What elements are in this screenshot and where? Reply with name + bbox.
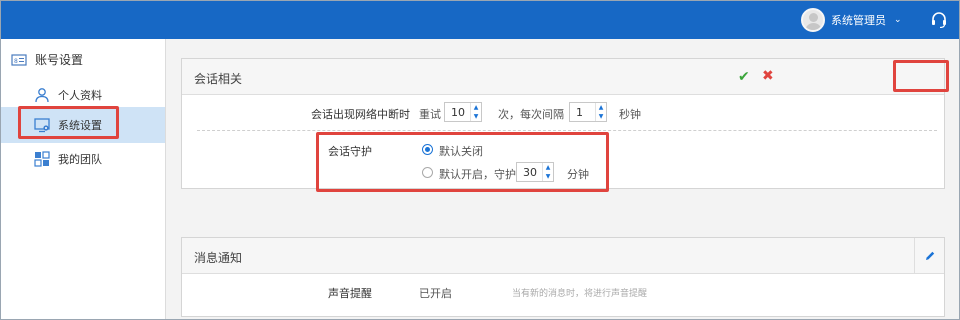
stepper-arrows[interactable]: ▲ ▼ [470, 103, 481, 121]
sidebar-section-account: 8 账号设置 [11, 51, 83, 68]
stepper-arrows[interactable]: ▲ ▼ [595, 103, 606, 121]
panel-header: 会话相关 [182, 59, 944, 95]
message-notification-panel: 消息通知 声音提醒 已开启 当有新的消息时，将进行声音提醒 [181, 237, 945, 317]
guard-minutes-stepper[interactable]: 30 ▲ ▼ [516, 162, 554, 182]
avatar[interactable] [801, 8, 825, 32]
interval-value[interactable]: 1 [576, 106, 583, 119]
interval-unit-text: 秒钟 [619, 108, 641, 121]
guard-minutes-value[interactable]: 30 [523, 166, 537, 179]
sound-alert-label: 声音提醒 [328, 287, 372, 300]
panel-title: 消息通知 [194, 251, 243, 265]
top-bar: 系统管理员 ⌄ [1, 1, 959, 39]
radio-default-on[interactable] [422, 167, 433, 178]
retry-count-value[interactable]: 10 [451, 106, 465, 119]
stepper-up-icon[interactable]: ▲ [471, 103, 481, 112]
network-interrupt-label: 会话出现网络中断时 [311, 108, 410, 121]
sound-alert-status: 已开启 [419, 287, 452, 300]
option-default-off-label[interactable]: 默认关闭 [439, 143, 483, 159]
user-menu[interactable]: 系统管理员 ⌄ [801, 7, 902, 33]
confirm-icon[interactable]: ✔ [738, 69, 750, 85]
panel-title: 会话相关 [194, 72, 243, 86]
chevron-down-icon[interactable]: ⌄ [894, 15, 902, 25]
sidebar-item-label: 我的团队 [58, 153, 102, 166]
edit-button[interactable] [914, 238, 944, 274]
sidebar-item-team[interactable]: 我的团队 [1, 141, 165, 177]
session-settings-panel: 会话相关 会话出现网络中断时 重试 10 ▲ ▼ 次，每次间隔 1 ▲ ▼ 秒钟 [181, 58, 945, 189]
stepper-down-icon[interactable]: ▼ [543, 172, 553, 181]
stepper-up-icon[interactable]: ▲ [596, 103, 606, 112]
sidebar-item-label: 系统设置 [58, 119, 102, 132]
main-content: 会话相关 会话出现网络中断时 重试 10 ▲ ▼ 次，每次间隔 1 ▲ ▼ 秒钟 [166, 39, 959, 319]
retry-prefix-text: 重试 [419, 108, 441, 121]
stepper-down-icon[interactable]: ▼ [471, 112, 481, 121]
interval-stepper[interactable]: 1 ▲ ▼ [569, 102, 607, 122]
sound-alert-hint: 当有新的消息时，将进行声音提醒 [512, 289, 648, 299]
sidebar-item-system-settings[interactable]: 系统设置 [1, 107, 165, 143]
pencil-icon[interactable] [924, 250, 936, 262]
user-name[interactable]: 系统管理员 [831, 12, 886, 28]
id-card-icon: 8 [11, 53, 27, 66]
headset-icon[interactable] [931, 12, 947, 28]
sidebar-item-label: 个人资料 [58, 89, 102, 102]
option-default-on-label[interactable]: 默认开启，守护 [439, 166, 516, 182]
app-window: 系统管理员 ⌄ 8 账号设置 个人资料 系统设置 我的团队 会话相关 会话出现网… [0, 0, 960, 320]
stepper-arrows[interactable]: ▲ ▼ [542, 163, 553, 181]
sidebar-section-title: 账号设置 [35, 53, 84, 67]
session-guard-label: 会话守护 [328, 145, 372, 158]
radio-default-off[interactable] [422, 144, 433, 155]
svg-text:8: 8 [14, 58, 18, 65]
system-settings-icon [34, 118, 50, 133]
divider [197, 130, 937, 131]
retry-suffix-text: 次，每次间隔 [498, 108, 564, 121]
guard-minutes-unit-text: 分钟 [567, 168, 589, 181]
stepper-down-icon[interactable]: ▼ [596, 112, 606, 121]
sidebar: 8 账号设置 个人资料 系统设置 我的团队 [1, 39, 166, 319]
user-icon [35, 88, 49, 103]
cancel-icon[interactable]: ✖ [762, 68, 774, 84]
retry-count-stepper[interactable]: 10 ▲ ▼ [444, 102, 482, 122]
stepper-up-icon[interactable]: ▲ [543, 163, 553, 172]
panel-header: 消息通知 [182, 238, 944, 274]
team-icon [34, 151, 50, 167]
